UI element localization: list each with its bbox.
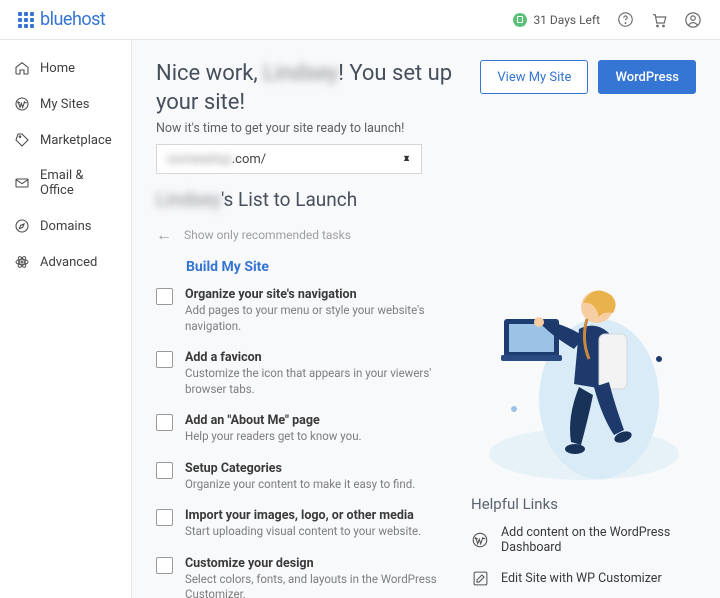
sidebar-item-marketplace[interactable]: Marketplace (0, 122, 131, 158)
help-icon[interactable] (616, 11, 634, 29)
home-icon (14, 60, 30, 76)
cart-icon[interactable] (650, 11, 668, 29)
recommend-toggle[interactable]: Show only recommended tasks (184, 228, 351, 242)
lock-icon (513, 13, 527, 27)
days-left-label: 31 Days Left (533, 13, 600, 27)
arrow-left-icon[interactable]: ← (156, 225, 172, 245)
brand-logo[interactable]: bluehost (18, 9, 105, 30)
trial-days-left: 31 Days Left (513, 13, 600, 27)
sidebar-item-label: My Sites (40, 97, 89, 112)
onboarding-illustration (479, 259, 689, 489)
list-title: Lindsey's List to Launch (156, 188, 464, 211)
sidebar-item-label: Email & Office (40, 168, 117, 198)
task-checkbox[interactable] (156, 414, 173, 431)
page-title: Nice work, Lindsey! You set up your site… (156, 60, 464, 117)
task-checkbox[interactable] (156, 288, 173, 305)
domain-value: somesetup.com/ (167, 152, 266, 167)
task-design[interactable]: Customize your design Select colors, fon… (156, 556, 449, 598)
task-media[interactable]: Import your images, logo, or other media… (156, 508, 449, 540)
subheading: Now it's time to get your site ready to … (156, 121, 464, 136)
task-desc: Organize your content to make it easy to… (185, 477, 415, 493)
compass-icon (14, 218, 30, 234)
sidebar-item-advanced[interactable]: Advanced (0, 244, 131, 280)
task-checkbox[interactable] (156, 509, 173, 526)
tag-icon (14, 132, 30, 148)
task-title: Import your images, logo, or other media (185, 508, 421, 523)
help-link-label: Add content on the WordPress Dashboard (501, 525, 696, 555)
domain-select[interactable]: somesetup.com/ ▲▼ (156, 144, 422, 174)
sidebar-item-email[interactable]: Email & Office (0, 158, 131, 208)
help-link-customizer[interactable]: Edit Site with WP Customizer (471, 569, 696, 587)
build-section-title: Build My Site (156, 259, 449, 275)
task-checkbox[interactable] (156, 462, 173, 479)
task-title: Customize your design (185, 556, 449, 571)
sidebar-item-label: Domains (40, 219, 91, 234)
brand-name: bluehost (40, 9, 105, 30)
atom-icon (14, 254, 30, 270)
sidebar-item-domains[interactable]: Domains (0, 208, 131, 244)
task-categories[interactable]: Setup Categories Organize your content t… (156, 461, 449, 493)
user-icon[interactable] (684, 11, 702, 29)
sidebar-item-mysites[interactable]: My Sites (0, 86, 131, 122)
wordpress-button[interactable]: WordPress (598, 60, 696, 94)
brand-grid-icon (18, 12, 34, 28)
task-desc: Help your readers get to know you. (185, 429, 362, 445)
task-desc: Select colors, fonts, and layouts in the… (185, 572, 449, 598)
task-about[interactable]: Add an "About Me" page Help your readers… (156, 413, 449, 445)
envelope-icon (14, 175, 30, 191)
task-title: Add an "About Me" page (185, 413, 362, 428)
sidebar-item-label: Advanced (40, 255, 97, 270)
task-title: Add a favicon (185, 350, 449, 365)
wordpress-icon (14, 96, 30, 112)
task-favicon[interactable]: Add a favicon Customize the icon that ap… (156, 350, 449, 397)
edit-icon (471, 569, 489, 587)
wordpress-icon (471, 531, 489, 549)
sidebar-item-home[interactable]: Home (0, 50, 131, 86)
view-my-site-button[interactable]: View My Site (480, 60, 588, 94)
task-title: Organize your site's navigation (185, 287, 449, 302)
task-checkbox[interactable] (156, 351, 173, 368)
sidebar-item-label: Home (40, 61, 75, 76)
help-link-label: Edit Site with WP Customizer (501, 571, 662, 586)
task-title: Setup Categories (185, 461, 415, 476)
sidebar: Home My Sites Marketplace Email & Office… (0, 40, 132, 598)
helpful-links-title: Helpful Links (471, 495, 696, 513)
task-navigation[interactable]: Organize your site's navigation Add page… (156, 287, 449, 334)
task-desc: Add pages to your menu or style your web… (185, 303, 449, 334)
task-desc: Customize the icon that appears in your … (185, 366, 449, 397)
help-link-wp-dashboard[interactable]: Add content on the WordPress Dashboard (471, 525, 696, 555)
sidebar-item-label: Marketplace (40, 133, 112, 148)
task-checkbox[interactable] (156, 557, 173, 574)
task-desc: Start uploading visual content to your w… (185, 524, 421, 540)
